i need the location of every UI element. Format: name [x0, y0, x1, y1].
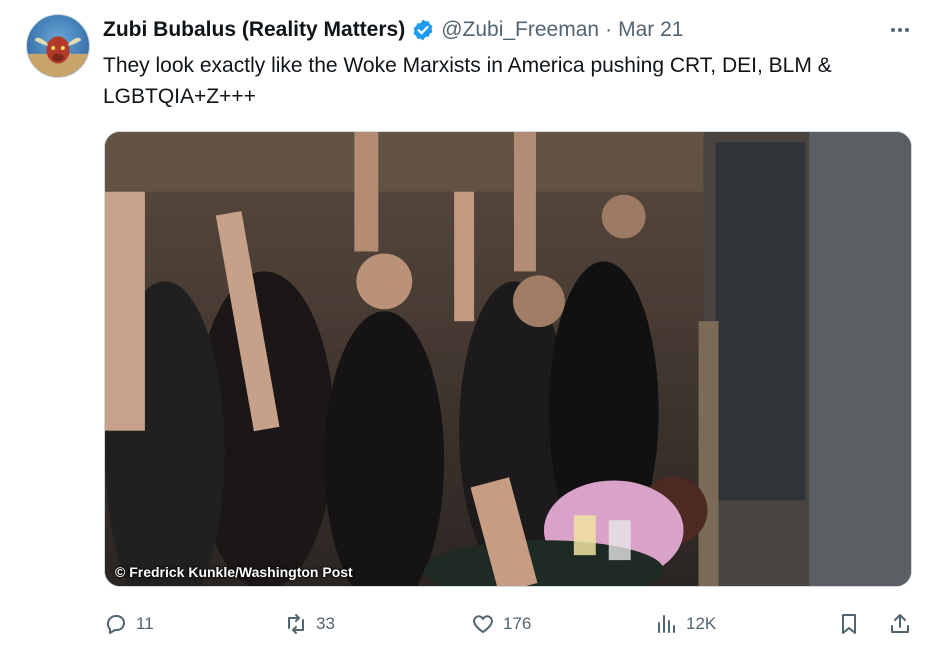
- retweet-icon: [288, 614, 304, 634]
- views-count: 12K: [686, 614, 717, 633]
- more-options-icon[interactable]: [884, 16, 916, 44]
- like-count: 176: [503, 614, 532, 633]
- photo-credit: © Fredrick Kunkle/Washington Post: [115, 564, 353, 580]
- share-icon: [891, 614, 909, 633]
- bookmark-icon: [842, 614, 856, 634]
- tweet-actions: 11 33 176 12K: [104, 606, 912, 642]
- views-button[interactable]: 12K: [654, 606, 716, 642]
- tweet-header: Zubi Bubalus (Reality Matters) @Zubi_Fre…: [103, 16, 683, 44]
- reply-icon: [106, 614, 125, 634]
- separator-dot: ·: [605, 18, 613, 41]
- avatar[interactable]: [26, 14, 90, 78]
- author-handle[interactable]: @Zubi_Freeman: [441, 18, 599, 42]
- bookmark-button[interactable]: [837, 606, 861, 642]
- verified-badge-icon[interactable]: [411, 18, 435, 42]
- reply-button[interactable]: 11: [104, 606, 154, 642]
- tweet-photo[interactable]: © Fredrick Kunkle/Washington Post: [104, 131, 912, 587]
- retweet-button[interactable]: 33: [284, 606, 335, 642]
- tweet-text: They look exactly like the Woke Marxists…: [103, 54, 832, 108]
- retweet-count: 33: [316, 614, 335, 633]
- like-button[interactable]: 176: [471, 606, 531, 642]
- tweet-date[interactable]: Mar 21: [618, 18, 683, 42]
- heart-icon: [473, 615, 493, 633]
- reply-count: 11: [136, 614, 154, 633]
- protest-crowd-photo: [105, 132, 911, 586]
- tweet[interactable]: Zubi Bubalus (Reality Matters) @Zubi_Fre…: [0, 0, 931, 651]
- share-button[interactable]: [888, 606, 912, 642]
- views-chart-icon: [658, 615, 675, 633]
- author-display-name[interactable]: Zubi Bubalus (Reality Matters): [103, 18, 405, 42]
